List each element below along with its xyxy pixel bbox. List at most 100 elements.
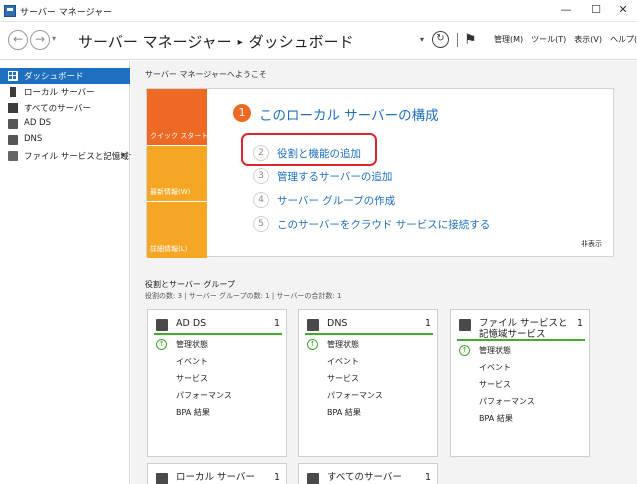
window-title: サーバー マネージャー (20, 8, 113, 18)
tile-title: すべてのサーバー (327, 472, 402, 483)
group-tile-local-server[interactable]: ローカル サーバー 1 (147, 463, 287, 484)
sidebar-item-dns[interactable]: DNS (0, 132, 130, 148)
step-number: 4 (253, 192, 269, 208)
tile-row-bpa[interactable]: BPA 結果 (479, 413, 513, 424)
status-up-icon: ↑ (459, 345, 470, 356)
quick-start-tab[interactable]: クイック スタート(Q) (147, 89, 219, 145)
status-bar (457, 339, 585, 341)
tile-row-manageability[interactable]: 管理状態 (176, 339, 208, 350)
tile-row-services[interactable]: サービス (327, 373, 359, 384)
close-button[interactable]: ✕ (609, 0, 637, 22)
adds-icon (156, 319, 168, 331)
sidebar-item-all-servers[interactable]: すべてのサーバー (0, 100, 130, 116)
add-servers-link[interactable]: 管理するサーバーの追加 (277, 169, 392, 184)
dns-icon (8, 135, 18, 145)
servers-icon (307, 473, 319, 484)
step-number: 3 (253, 168, 269, 184)
notification-flag-icon[interactable]: ⚑ (464, 32, 477, 48)
sidebar: ダッシュボード ローカル サーバー すべてのサーバー AD DS DNS ファイ… (0, 61, 145, 484)
maximize-button[interactable]: ☐ (582, 0, 610, 22)
back-arrow-icon[interactable]: ← (8, 30, 28, 50)
quick-start-label: クイック スタート(Q) (150, 132, 220, 140)
role-tile-file-services[interactable]: ファイル サービスと記憶域サービス 1 ↑ 管理状態 イベント サービス パフォ… (450, 309, 590, 457)
learn-more-tab[interactable]: 詳細情報(L) (147, 202, 207, 258)
history-dropdown-icon[interactable]: ▾ (52, 34, 56, 43)
sidebar-item-dashboard[interactable]: ダッシュボード (0, 68, 130, 84)
tile-count: 1 (424, 318, 431, 329)
status-bar (154, 333, 282, 335)
role-tile-dns[interactable]: DNS 1 ↑ 管理状態 イベント サービス パフォーマンス BPA 結果 (298, 309, 438, 457)
sidebar-item-label: すべてのサーバー (24, 104, 91, 114)
tile-row-performance[interactable]: パフォーマンス (327, 390, 383, 401)
step-number-badge: 1 (233, 104, 251, 122)
menu-view[interactable]: 表示(V) (574, 35, 602, 44)
menu-bar: 管理(M) ツール(T) 表示(V) ヘルプ(H) (494, 34, 637, 45)
sidebar-item-label: AD DS (24, 118, 52, 128)
tile-title: ファイル サービスと記憶域サービス (479, 318, 568, 340)
tile-title: ローカル サーバー (176, 472, 255, 483)
tile-row-manageability[interactable]: 管理状態 (479, 345, 511, 356)
sidebar-item-label: ローカル サーバー (24, 88, 95, 98)
sidebar-item-label: DNS (24, 134, 43, 144)
tile-row-services[interactable]: サービス (176, 373, 208, 384)
sidebar-item-label: ファイル サービスと記憶域サ... (24, 152, 146, 162)
minimize-button[interactable]: — (552, 0, 580, 22)
servers-icon (8, 103, 18, 113)
tile-row-performance[interactable]: パフォーマンス (176, 390, 232, 401)
whats-new-tab[interactable]: 最新情報(W) (147, 146, 207, 201)
status-bar (305, 333, 433, 335)
step-number: 5 (253, 216, 269, 232)
forward-arrow-icon[interactable]: → (30, 30, 50, 50)
tile-count: 1 (576, 318, 583, 329)
configure-local-server-link[interactable]: このローカル サーバーの構成 (259, 104, 439, 124)
chevron-right-icon[interactable]: ▸ (122, 150, 126, 159)
file-services-icon (459, 319, 471, 331)
learn-more-label: 詳細情報(L) (150, 245, 188, 253)
role-tile-adds[interactable]: AD DS 1 ↑ 管理状態 イベント サービス パフォーマンス BPA 結果 (147, 309, 287, 457)
sidebar-item-local-server[interactable]: ローカル サーバー (0, 84, 130, 100)
window-titlebar: サーバー マネージャー — ☐ ✕ (0, 0, 637, 22)
tile-row-events[interactable]: イベント (479, 362, 511, 373)
header-divider (457, 33, 458, 47)
welcome-tile: クイック スタート(Q) 最新情報(W) 詳細情報(L) 1 このローカル サー… (146, 88, 614, 258)
breadcrumb-root[interactable]: サーバー マネージャー (78, 33, 232, 51)
refresh-icon[interactable]: ↻ (432, 31, 449, 48)
refresh-dropdown-icon[interactable]: ▾ (420, 35, 424, 44)
tile-row-bpa[interactable]: BPA 結果 (327, 407, 361, 418)
breadcrumb-page: ダッシュボード (248, 33, 354, 51)
server-icon (156, 473, 168, 484)
tile-title: DNS (327, 318, 348, 329)
sidebar-item-label: ダッシュボード (24, 72, 84, 82)
connect-cloud-link[interactable]: このサーバーをクラウド サービスに接続する (277, 217, 490, 232)
menu-manage[interactable]: 管理(M) (494, 35, 523, 44)
breadcrumb: サーバー マネージャー ▸ ダッシュボード (78, 31, 354, 52)
roles-section-title: 役割とサーバー グループ (145, 280, 235, 289)
file-services-icon (8, 151, 18, 161)
sidebar-item-file-services[interactable]: ファイル サービスと記憶域サ... ▸ (0, 148, 145, 164)
status-up-icon: ↑ (307, 339, 318, 350)
header-bar: ← → ▾ サーバー マネージャー ▸ ダッシュボード ▾ ↻ ⚑ 管理(M) ツール… (0, 22, 637, 60)
sidebar-item-adds[interactable]: AD DS (0, 116, 130, 132)
welcome-heading: サーバー マネージャーへようこそ (145, 70, 267, 79)
tile-row-bpa[interactable]: BPA 結果 (176, 407, 210, 418)
tile-row-performance[interactable]: パフォーマンス (479, 396, 535, 407)
tile-row-manageability[interactable]: 管理状態 (327, 339, 359, 350)
roles-summary: 役割の数: 3 | サーバー グループの数: 1 | サーバーの合計数: 1 (145, 292, 342, 300)
tile-row-events[interactable]: イベント (176, 356, 208, 367)
tile-count: 1 (273, 318, 280, 329)
group-tile-all-servers[interactable]: すべてのサーバー 1 (298, 463, 438, 484)
menu-tools[interactable]: ツール(T) (531, 35, 566, 44)
tile-row-events[interactable]: イベント (327, 356, 359, 367)
adds-icon (8, 119, 18, 129)
tile-count: 1 (273, 472, 280, 483)
tile-row-services[interactable]: サービス (479, 379, 511, 390)
tile-count: 1 (424, 472, 431, 483)
dashboard-main: サーバー マネージャーへようこそ クイック スタート(Q) 最新情報(W) 詳細… (131, 61, 637, 484)
hide-welcome-link[interactable]: 非表示 (581, 239, 602, 249)
create-server-group-link[interactable]: サーバー グループの作成 (277, 193, 395, 208)
status-up-icon: ↑ (156, 339, 167, 350)
tile-title: AD DS (176, 318, 207, 329)
server-icon (10, 87, 16, 97)
menu-help[interactable]: ヘルプ(H) (610, 35, 637, 44)
dns-icon (307, 319, 319, 331)
